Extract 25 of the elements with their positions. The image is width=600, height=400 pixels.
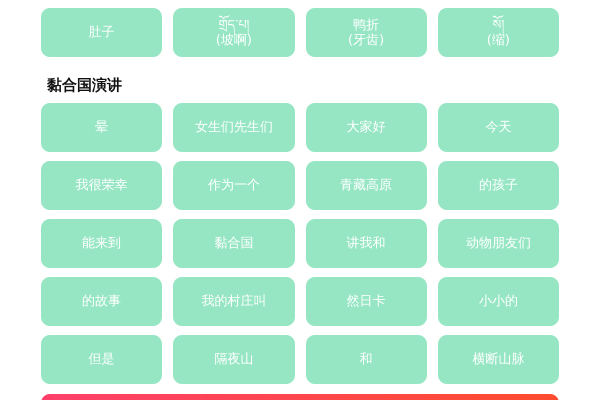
word-tile[interactable]: 动物朋友们	[438, 219, 559, 268]
word-tile[interactable]: 鸭折 (牙齿)	[306, 8, 427, 57]
word-tile[interactable]: 黏合国	[173, 219, 294, 268]
word-tile[interactable]: 然日卡	[306, 277, 427, 326]
word-tile[interactable]: 能来到	[41, 219, 162, 268]
word-tile[interactable]: 的孩子	[438, 161, 559, 210]
word-tile[interactable]: 我很荣幸	[41, 161, 162, 210]
section-heading: 黏合国演讲	[47, 75, 123, 95]
word-tile[interactable]: 和	[306, 335, 427, 384]
word-tile[interactable]: 晕	[41, 103, 162, 152]
word-tile[interactable]: 隔夜山	[173, 335, 294, 384]
word-tile[interactable]: 女生们先生们	[173, 103, 294, 152]
word-tile[interactable]: 但是	[41, 335, 162, 384]
word-tile[interactable]: 横断山脉	[438, 335, 559, 384]
word-tile[interactable]: 今天	[438, 103, 559, 152]
word-tile[interactable]: 小小的	[438, 277, 559, 326]
word-tile[interactable]: སོ། (缩)	[438, 8, 559, 57]
word-tile[interactable]: 大家好	[306, 103, 427, 152]
word-tile[interactable]: 我的村庄叫	[173, 277, 294, 326]
word-tile[interactable]: 青藏高原	[306, 161, 427, 210]
word-tile[interactable]: 作为一个	[173, 161, 294, 210]
word-tile[interactable]: 讲我和	[306, 219, 427, 268]
word-tile[interactable]: 肚子	[41, 8, 162, 57]
word-tile[interactable]: གྲོད་པ། (坡啊)	[173, 8, 294, 57]
word-tile[interactable]: 的故事	[41, 277, 162, 326]
